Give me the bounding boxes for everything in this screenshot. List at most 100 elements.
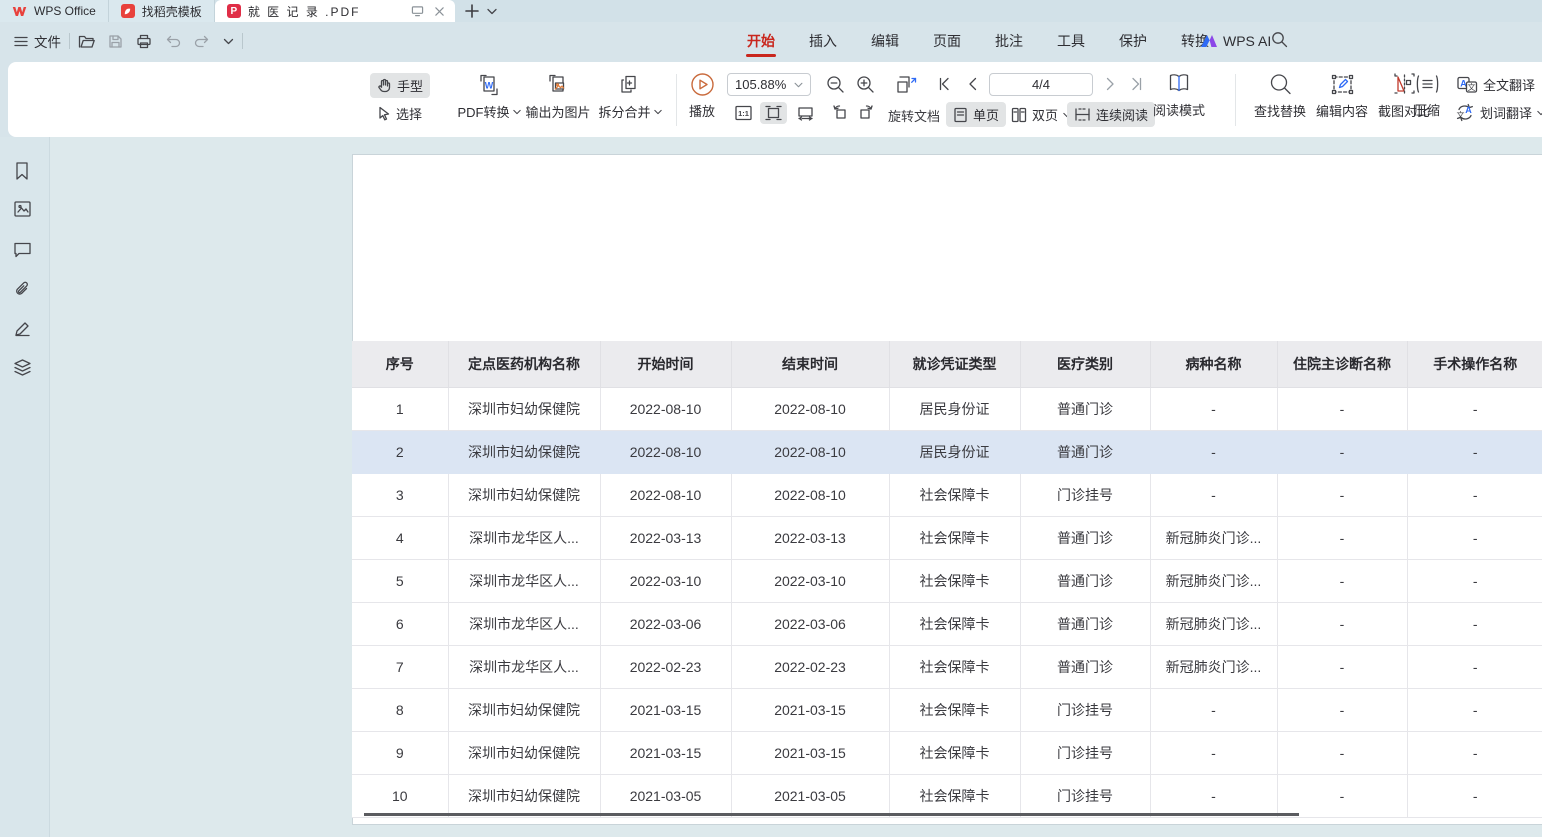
menu-item-工具[interactable]: 工具 [1040, 22, 1102, 60]
rotate-pages-icon[interactable] [893, 72, 920, 99]
svg-text:W: W [485, 81, 494, 91]
tab-docer[interactable]: 找稻壳模板 [109, 0, 215, 22]
sign-pen-icon [13, 319, 32, 338]
edit-content-button[interactable]: 编辑内容 [1308, 72, 1376, 120]
table-cell: 新冠肺炎门诊... [1150, 516, 1277, 559]
hamburger-icon [14, 36, 28, 47]
zoom-level-value: 105.88% [735, 77, 786, 92]
new-tab-icon[interactable] [465, 4, 479, 18]
save-button[interactable] [108, 34, 123, 49]
table-header-cell: 结束时间 [731, 341, 889, 387]
table-cell: 社会保障卡 [889, 774, 1020, 817]
previous-page-button[interactable] [966, 77, 980, 91]
zoom-level-select[interactable]: 105.88% [727, 73, 811, 96]
table-cell: - [1277, 473, 1407, 516]
rotate-right-icon[interactable] [858, 104, 876, 121]
table-cell: 深圳市妇幼保健院 [448, 774, 600, 817]
rotate-doc-label[interactable]: 旋转文档 [888, 106, 940, 125]
table-cell: - [1150, 473, 1277, 516]
open-button[interactable] [78, 34, 95, 49]
hand-tool-button[interactable]: 手型 [370, 73, 430, 98]
read-mode-button[interactable]: 阅读模式 [1147, 72, 1211, 119]
zoom-in-icon[interactable] [856, 75, 875, 94]
pdf-convert-label: PDF转换 [457, 102, 509, 121]
close-tab-icon[interactable] [434, 6, 445, 17]
fit-page-icon [765, 105, 782, 121]
signature-panel-button[interactable] [13, 319, 32, 338]
next-page-button[interactable] [1103, 77, 1117, 91]
layers-panel-button[interactable] [13, 358, 32, 377]
table-cell: 2021-03-05 [600, 774, 731, 817]
fit-page-button[interactable] [760, 102, 787, 124]
table-header-cell: 病种名称 [1150, 341, 1277, 387]
attachment-panel-button[interactable] [13, 280, 32, 299]
pdf-page: 序号定点医药机构名称开始时间结束时间就诊凭证类型医疗类别病种名称住院主诊断名称手… [352, 154, 1542, 825]
rotate-left-icon[interactable] [830, 104, 848, 121]
table-cell: 深圳市妇幼保健院 [448, 473, 600, 516]
tab-list-chevron-icon[interactable] [487, 8, 497, 15]
file-menu[interactable]: 文件 [14, 31, 61, 51]
split-merge-label: 拆分合并 [598, 102, 650, 121]
find-replace-button[interactable]: 查找替换 [1246, 72, 1314, 120]
menu-item-保护[interactable]: 保护 [1102, 22, 1164, 60]
redo-button[interactable] [194, 35, 210, 48]
fit-width-button[interactable] [792, 102, 819, 124]
comment-panel-button[interactable] [13, 241, 32, 258]
play-button[interactable]: 播放 [680, 72, 724, 120]
table-cell: - [1407, 731, 1542, 774]
split-merge-button[interactable]: 拆分合并 [591, 72, 669, 121]
wps-ai-icon [1200, 34, 1217, 48]
menu-item-批注[interactable]: 批注 [978, 22, 1040, 60]
compress-button[interactable]: 压缩 [1401, 72, 1453, 119]
actual-size-button[interactable]: 1:1 [730, 102, 757, 124]
tab-document[interactable]: P 就 医 记 录 .PDF [215, 0, 455, 22]
wps-ai-label: WPS AI [1223, 33, 1271, 49]
table-row: 10深圳市妇幼保健院2021-03-052021-03-05社会保障卡门诊挂号-… [352, 774, 1542, 817]
global-search-icon[interactable] [1271, 31, 1288, 48]
menu-item-插入[interactable]: 插入 [792, 22, 854, 60]
tab-wps-office-label: WPS Office [34, 4, 96, 18]
single-page-button[interactable]: 单页 [946, 102, 1006, 127]
table-cell: - [1277, 688, 1407, 731]
table-cell: 2022-03-13 [600, 516, 731, 559]
table-cell: 2021-03-05 [731, 774, 889, 817]
export-image-button[interactable]: 输出为图片 [517, 72, 599, 121]
table-cell: 2022-02-23 [600, 645, 731, 688]
table-cell: 2022-03-06 [600, 602, 731, 645]
quickbar-chevron-icon[interactable] [223, 38, 234, 45]
page-number-input[interactable]: 4/4 [989, 73, 1093, 96]
table-row: 2深圳市妇幼保健院2022-08-102022-08-10居民身份证普通门诊--… [352, 430, 1542, 473]
table-cell: - [1277, 387, 1407, 430]
print-button[interactable] [136, 34, 152, 49]
svg-text:文: 文 [1457, 110, 1465, 120]
thumbnail-panel-button[interactable] [13, 200, 32, 218]
table-bottom-border [364, 813, 1299, 816]
word-translate-icon: 文A [1455, 103, 1475, 122]
table-cell: - [1150, 387, 1277, 430]
document-area[interactable]: 序号定点医药机构名称开始时间结束时间就诊凭证类型医疗类别病种名称住院主诊断名称手… [50, 137, 1542, 837]
menu-item-开始[interactable]: 开始 [730, 22, 792, 60]
table-cell: 2022-02-23 [731, 645, 889, 688]
monitor-icon[interactable] [411, 5, 424, 17]
table-cell: 普通门诊 [1020, 387, 1150, 430]
full-translate-button[interactable]: A文 全文翻译 [1457, 75, 1535, 94]
zoom-out-icon[interactable] [826, 75, 845, 94]
word-translate-button[interactable]: 文A 划词翻译 [1455, 103, 1542, 122]
table-cell: 2022-08-10 [600, 387, 731, 430]
last-page-button[interactable] [1129, 77, 1143, 91]
table-cell: - [1407, 430, 1542, 473]
wps-ai-menu[interactable]: WPS AI [1188, 22, 1283, 60]
bookmark-panel-button[interactable] [13, 161, 31, 181]
menu-item-编辑[interactable]: 编辑 [854, 22, 916, 60]
undo-button[interactable] [165, 35, 181, 48]
tab-wps-office[interactable]: WPS Office [0, 0, 109, 22]
select-tool-button[interactable]: 选择 [370, 101, 429, 126]
table-cell: 5 [352, 559, 448, 602]
table-cell: 普通门诊 [1020, 559, 1150, 602]
first-page-button[interactable] [938, 77, 952, 91]
table-cell: 门诊挂号 [1020, 473, 1150, 516]
menu-item-页面[interactable]: 页面 [916, 22, 978, 60]
continuous-read-button[interactable]: 连续阅读 [1067, 102, 1155, 127]
table-cell: - [1150, 688, 1277, 731]
table-cell: - [1150, 430, 1277, 473]
